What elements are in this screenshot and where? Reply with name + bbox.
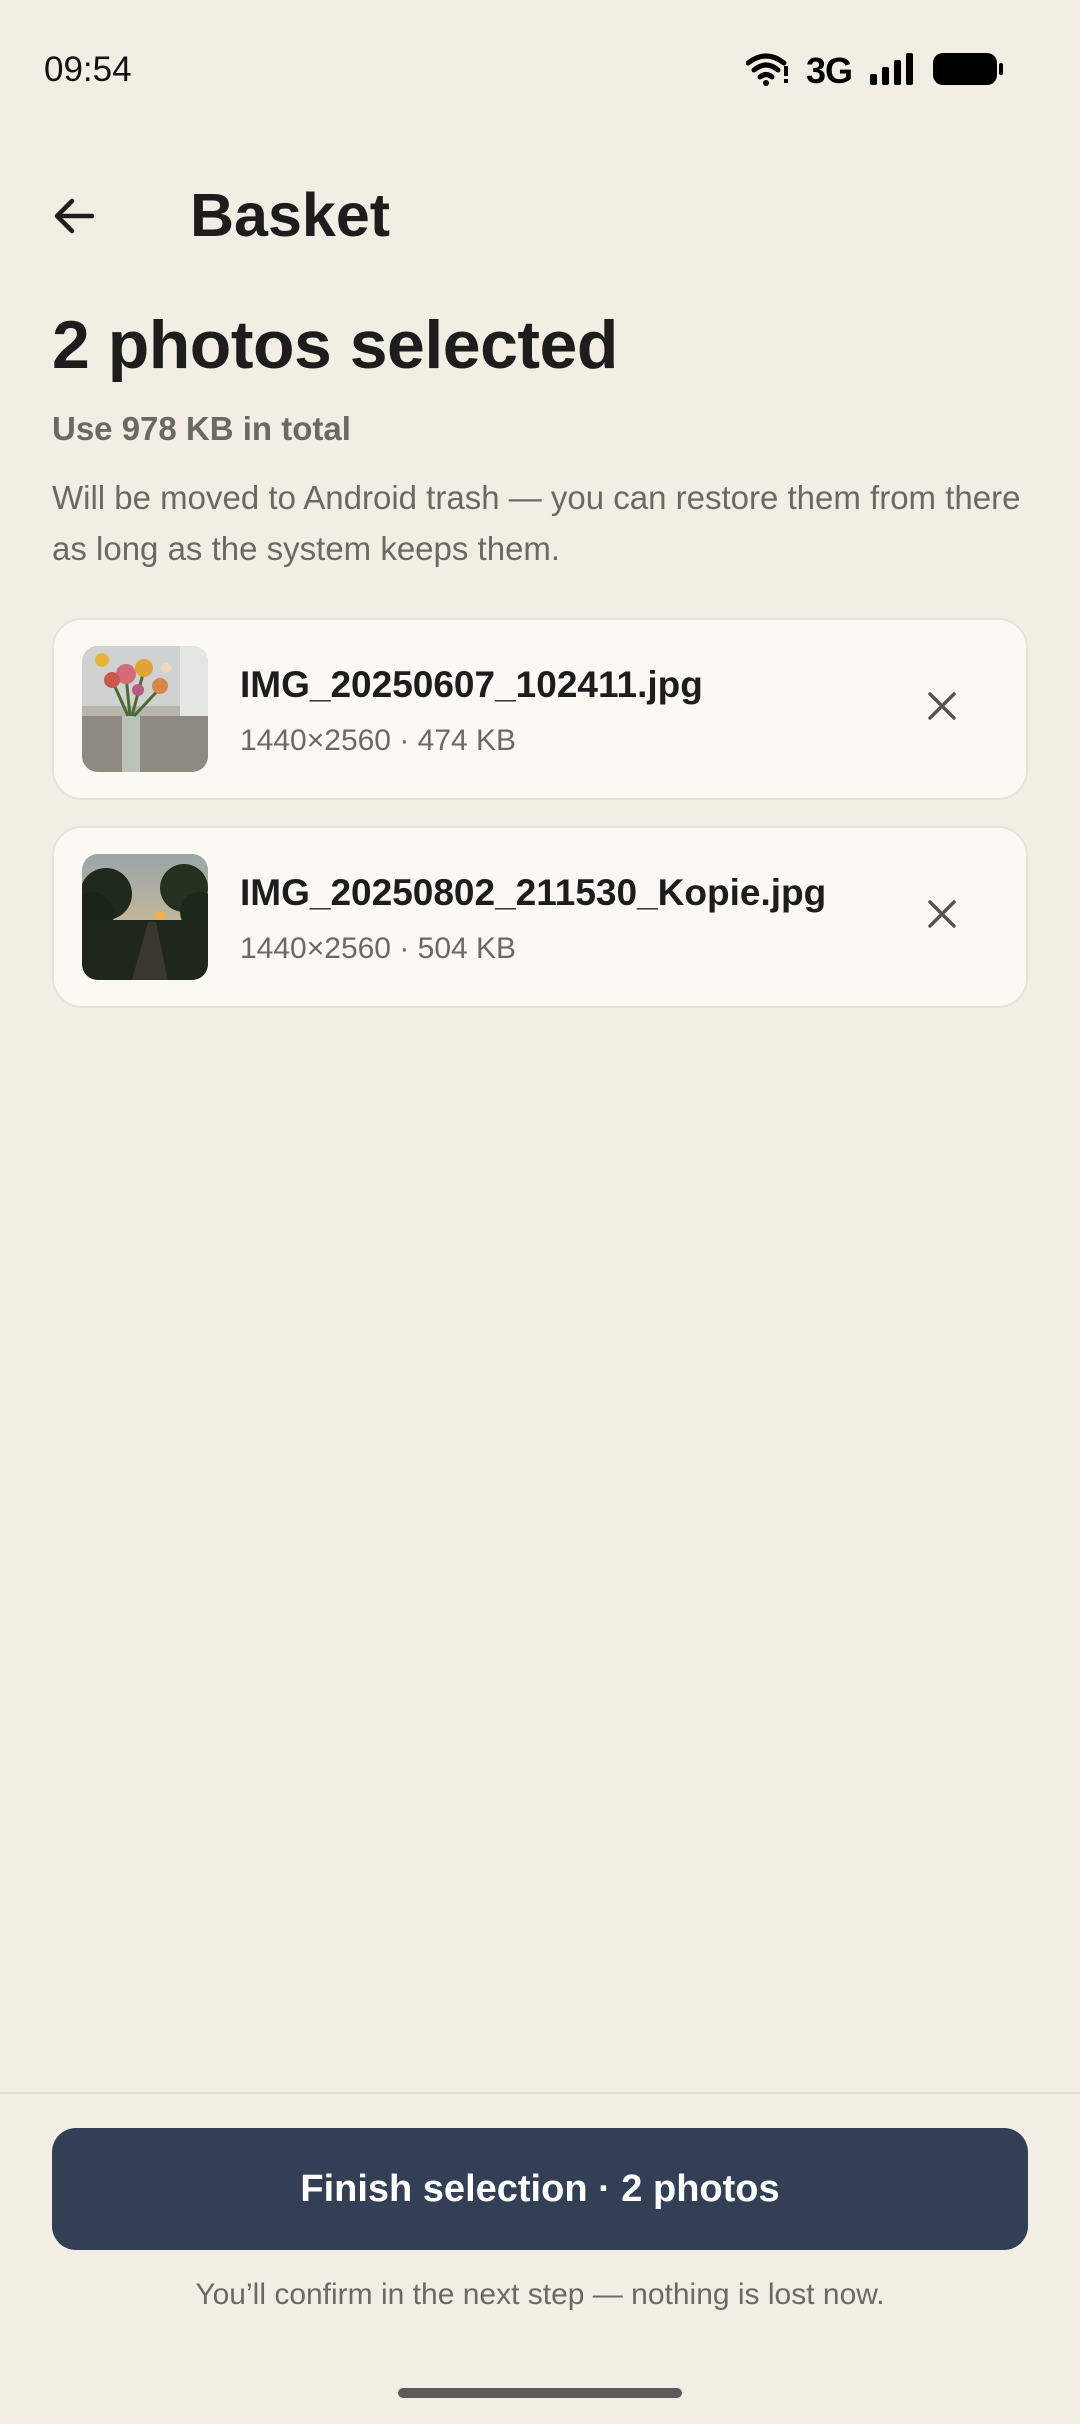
confirm-footnote: You’ll confirm in the next step — nothin… xyxy=(195,2278,885,2311)
file-name: IMG_20250607_102411.jpg xyxy=(240,664,703,705)
list-item: IMG_20250802_211530_Kopie.jpg 1440×2560 … xyxy=(52,826,1028,1008)
close-icon xyxy=(926,898,958,935)
remove-photo-button[interactable] xyxy=(910,676,974,740)
file-meta: 1440×2560 · 474 KB xyxy=(240,724,517,757)
page-title: Basket xyxy=(190,181,391,249)
close-icon xyxy=(926,690,958,727)
list-item: IMG_20250607_102411.jpg 1440×2560 · 474 … xyxy=(52,618,1028,800)
signal-icon xyxy=(868,52,916,91)
selection-description: Will be moved to Android trash — you can… xyxy=(52,479,1021,567)
wifi-icon xyxy=(745,52,790,91)
battery-icon xyxy=(932,51,1004,92)
status-time: 09:54 xyxy=(44,50,132,89)
remove-photo-button[interactable] xyxy=(910,884,974,948)
back-button[interactable] xyxy=(38,182,110,254)
status-icons: 3G xyxy=(745,50,1004,92)
file-meta: 1440×2560 · 504 KB xyxy=(240,932,517,965)
finish-selection-button[interactable]: Finish selection · 2 photos xyxy=(52,2128,1028,2250)
status-bar: 09:54 3G xyxy=(0,0,1080,140)
network-type-label: 3G xyxy=(805,50,853,91)
home-indicator[interactable] xyxy=(398,2388,682,2398)
photo-list: IMG_20250607_102411.jpg 1440×2560 · 474 … xyxy=(52,618,1028,1034)
app-bar: Basket xyxy=(0,160,1080,270)
selection-size-summary: Use 978 KB in total xyxy=(52,410,351,447)
photo-thumbnail[interactable] xyxy=(82,854,208,980)
photo-thumbnail[interactable] xyxy=(82,646,208,772)
arrow-left-icon xyxy=(50,192,98,245)
selection-headline: 2 photos selected xyxy=(52,307,618,383)
bottom-divider xyxy=(0,2092,1080,2094)
file-name: IMG_20250802_211530_Kopie.jpg xyxy=(240,872,827,913)
